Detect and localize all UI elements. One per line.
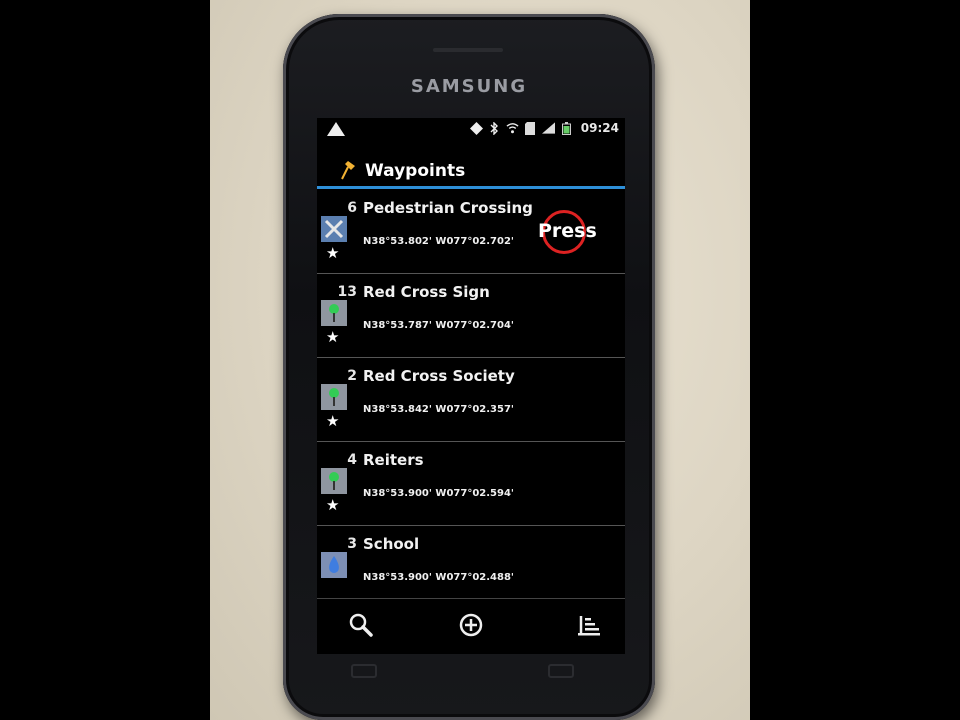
menu-key[interactable] — [351, 664, 377, 678]
waypoint-coordinates: N38°53.900' W077°02.594' — [363, 488, 514, 499]
favorite-star-icon[interactable]: ★ — [326, 246, 339, 261]
title-divider — [317, 186, 625, 189]
waypoint-number: 4 — [347, 452, 357, 468]
waypoint-name: Pedestrian Crossing — [363, 199, 533, 217]
waypoint-coordinates: N38°53.802' W077°02.702' — [363, 236, 514, 247]
waypoint-number: 6 — [347, 200, 357, 216]
list-item[interactable]: 6 Pedestrian Crossing ★ N38°53.802' W077… — [317, 190, 625, 274]
favorite-star-icon[interactable]: ★ — [326, 330, 339, 345]
phone-screen: 09:24 Waypoints 6 Pedestrian Crossing ★ … — [317, 118, 625, 654]
list-item[interactable]: 3 School N38°53.900' W077°02.488' — [317, 526, 625, 598]
earpiece-speaker — [433, 48, 503, 52]
waypoint-coordinates: N38°53.787' W077°02.704' — [363, 320, 514, 331]
list-item[interactable]: 13 Red Cross Sign ★ N38°53.787' W077°02.… — [317, 274, 625, 358]
waypoint-list: 6 Pedestrian Crossing ★ N38°53.802' W077… — [317, 190, 625, 598]
pushpin-icon — [339, 160, 357, 182]
back-key[interactable] — [548, 664, 574, 678]
press-indicator-label: Press — [538, 220, 597, 242]
list-item[interactable]: 2 Red Cross Society ★ N38°53.842' W077°0… — [317, 358, 625, 442]
page-title: Waypoints — [365, 161, 466, 181]
water-drop-icon — [321, 552, 347, 578]
favorite-star-icon[interactable]: ★ — [326, 414, 339, 429]
favorite-star-icon[interactable]: ★ — [326, 498, 339, 513]
gps-notification-icon[interactable] — [327, 122, 345, 136]
bottom-action-bar — [317, 598, 625, 654]
bluetooth-icon — [488, 121, 501, 135]
waypoint-number: 13 — [337, 284, 357, 300]
signal-icon — [541, 121, 555, 135]
battery-icon — [560, 121, 573, 135]
phone-body: SAMSUNG 09:24 Waypoints 6 Pedestrian Cro… — [283, 14, 655, 720]
green-pin-icon — [321, 468, 347, 494]
waypoint-name: Red Cross Sign — [363, 283, 490, 301]
brand-logo: SAMSUNG — [410, 76, 528, 97]
waypoint-name: School — [363, 535, 420, 553]
clock: 09:24 — [580, 121, 619, 135]
status-bar: 09:24 — [317, 118, 625, 144]
sdcard-icon — [524, 121, 537, 135]
waypoint-name: Red Cross Society — [363, 367, 515, 385]
hardware-keys — [343, 664, 593, 678]
waypoint-coordinates: N38°53.842' W077°02.357' — [363, 404, 514, 415]
waypoint-number: 2 — [347, 368, 357, 384]
satellite-icon — [469, 121, 483, 135]
wifi-icon — [506, 121, 519, 135]
title-bar: Waypoints — [317, 154, 625, 186]
green-pin-icon — [321, 384, 347, 410]
add-waypoint-icon[interactable] — [457, 611, 485, 639]
waypoint-name: Reiters — [363, 451, 424, 469]
waypoint-coordinates: N38°53.900' W077°02.488' — [363, 572, 514, 583]
sort-list-icon[interactable] — [575, 611, 603, 639]
search-icon[interactable] — [347, 611, 375, 639]
green-pin-icon — [321, 300, 347, 326]
list-item[interactable]: 4 Reiters ★ N38°53.900' W077°02.594' — [317, 442, 625, 526]
waypoint-number: 3 — [347, 536, 357, 552]
crossing-icon — [321, 216, 347, 242]
